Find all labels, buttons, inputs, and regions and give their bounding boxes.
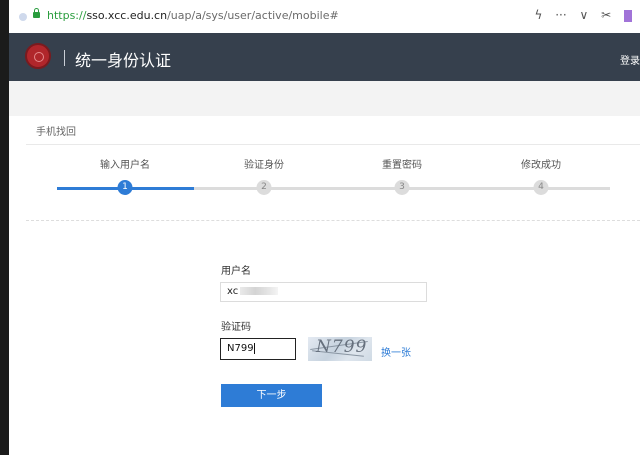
captcha-label: 验证码 (221, 322, 251, 333)
header-divider (64, 50, 65, 66)
step-marker-4: 4 (533, 180, 549, 195)
university-logo (25, 43, 51, 69)
url-path: /uap/a/sys/user/active/mobile# (167, 9, 339, 22)
next-step-button[interactable]: 下一步 (221, 384, 322, 407)
step-label-3: 重置密码 (382, 160, 422, 171)
url-host: sso.xcc.edu.cn (86, 9, 168, 22)
step-marker-3: 3 (394, 180, 410, 195)
step-label-1: 输入用户名 (100, 160, 150, 171)
step-label-2: 验证身份 (244, 160, 284, 171)
extension-icon[interactable] (624, 9, 632, 22)
page-title: 手机找回 (36, 127, 76, 138)
browser-toolbar: ϟ ··· ∨ ✂ (525, 8, 632, 22)
more-icon[interactable]: ··· (555, 8, 566, 22)
step-marker-2: 2 (256, 180, 272, 195)
refresh-captcha-link[interactable]: 换一张 (381, 344, 411, 359)
url-field[interactable]: https://sso.xcc.edu.cn/uap/a/sys/user/ac… (47, 9, 339, 22)
captcha-input[interactable]: N799 (220, 338, 296, 360)
captcha-value: N799 (227, 343, 254, 354)
username-label: 用户名 (221, 266, 251, 277)
bolt-icon[interactable]: ϟ (534, 8, 542, 22)
captcha-text: N799 (316, 337, 368, 357)
lock-icon (33, 8, 40, 18)
section-divider (26, 220, 640, 221)
text-caret (253, 342, 255, 354)
captcha-image[interactable]: N799 (308, 337, 372, 361)
header-spacer (9, 81, 640, 116)
step-marker-1: 1 (117, 180, 133, 195)
chevron-down-icon[interactable]: ∨ (579, 8, 588, 22)
username-input[interactable]: xc (220, 282, 427, 302)
url-protocol: https:// (47, 9, 87, 22)
redacted-text (240, 287, 279, 295)
site-title: 统一身份认证 (75, 51, 172, 70)
title-divider (26, 144, 640, 145)
username-value: xc (227, 286, 239, 297)
step-label-4: 修改成功 (521, 160, 561, 171)
scissors-icon[interactable]: ✂ (601, 8, 611, 22)
window-frame-edge (0, 0, 9, 455)
site-info-icon[interactable] (19, 13, 27, 21)
browser-address-bar: https://sso.xcc.edu.cn/uap/a/sys/user/ac… (9, 0, 640, 34)
login-link[interactable]: 登录 (620, 52, 640, 67)
site-header: 统一身份认证 登录 (9, 33, 640, 81)
